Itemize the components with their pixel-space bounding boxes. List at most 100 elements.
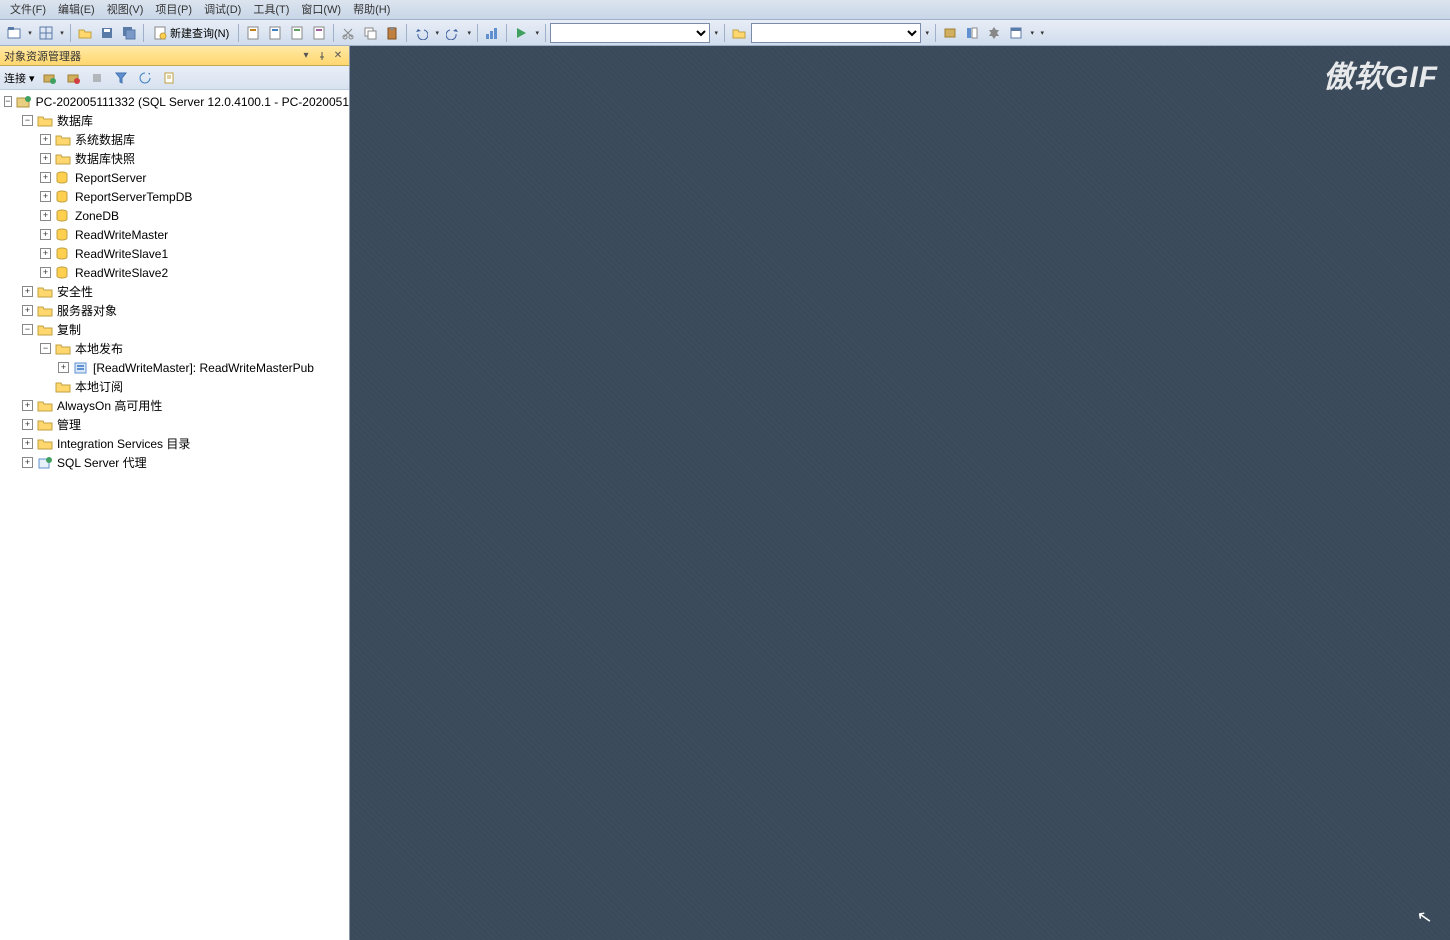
tree-db-zonedb[interactable]: + ZoneDB [0, 206, 349, 225]
tree-db-readwritemaster[interactable]: + ReadWriteMaster [0, 225, 349, 244]
collapse-icon[interactable]: − [22, 324, 33, 335]
menu-edit[interactable]: 编辑(E) [52, 1, 101, 19]
expand-icon[interactable]: + [22, 286, 33, 297]
tree-db-reportservertemp[interactable]: + ReportServerTempDB [0, 187, 349, 206]
tree-db-reportserver[interactable]: + ReportServer [0, 168, 349, 187]
xmla-query-button[interactable] [309, 23, 329, 43]
explorer-header: 对象资源管理器 ▾ ✕ [0, 46, 349, 66]
expand-icon[interactable]: + [40, 172, 51, 183]
tree-local-subscriptions[interactable]: 本地订阅 [0, 377, 349, 396]
redo-button[interactable] [443, 23, 463, 43]
activity-button[interactable] [482, 23, 502, 43]
undo-button[interactable] [411, 23, 431, 43]
folder-icon [37, 114, 53, 128]
debug-start-button[interactable] [511, 23, 531, 43]
toolbar-overflow-icon[interactable]: ▾ [1038, 29, 1046, 37]
cut-button[interactable] [338, 23, 358, 43]
expand-icon[interactable]: + [40, 248, 51, 259]
chevron-down-icon[interactable]: ▾ [58, 29, 66, 37]
new-query-button[interactable]: 新建查询(N) [148, 23, 234, 43]
stop-button[interactable] [87, 68, 107, 88]
menu-project[interactable]: 项目(P) [149, 1, 198, 19]
grid-button[interactable] [36, 23, 56, 43]
tree-integration[interactable]: + Integration Services 目录 [0, 434, 349, 453]
chevron-down-icon[interactable]: ▾ [465, 29, 473, 37]
disconnect-button[interactable] [63, 68, 83, 88]
solution-config-combo[interactable] [550, 23, 710, 43]
menu-debug[interactable]: 调试(D) [198, 1, 247, 19]
chevron-down-icon[interactable]: ▾ [533, 29, 541, 37]
expand-icon[interactable]: + [40, 267, 51, 278]
menu-tools[interactable]: 工具(T) [247, 1, 295, 19]
collapse-icon[interactable]: − [22, 115, 33, 126]
folder-icon [37, 437, 53, 451]
separator [143, 24, 144, 42]
tree-server-objects[interactable]: + 服务器对象 [0, 301, 349, 320]
chevron-down-icon[interactable]: ▾ [1028, 29, 1036, 37]
tree-db-readwriteslave2[interactable]: + ReadWriteSlave2 [0, 263, 349, 282]
dmx-query-button[interactable] [287, 23, 307, 43]
close-icon[interactable]: ✕ [331, 49, 345, 63]
chevron-down-icon[interactable]: ▾ [433, 29, 441, 37]
chevron-down-icon[interactable]: ▾ [26, 29, 34, 37]
tree-replication[interactable]: − 复制 [0, 320, 349, 339]
expand-icon[interactable]: + [22, 457, 33, 468]
expand-icon[interactable]: + [40, 191, 51, 202]
object-explorer-button[interactable] [962, 23, 982, 43]
save-all-button[interactable] [119, 23, 139, 43]
expand-icon[interactable]: + [58, 362, 69, 373]
menu-window[interactable]: 窗口(W) [295, 1, 347, 19]
properties-button[interactable] [984, 23, 1004, 43]
database-icon [55, 209, 71, 223]
separator [935, 24, 936, 42]
find-button[interactable] [729, 23, 749, 43]
collapse-icon[interactable]: − [40, 343, 51, 354]
tree-security[interactable]: + 安全性 [0, 282, 349, 301]
copy-button[interactable] [360, 23, 380, 43]
filter-button[interactable] [111, 68, 131, 88]
tree-root[interactable]: − PC-202005111332 (SQL Server 12.0.4100.… [0, 92, 349, 111]
folder-icon [55, 342, 71, 356]
tree-publication-item[interactable]: + [ReadWriteMaster]: ReadWriteMasterPub [0, 358, 349, 377]
open-button[interactable] [75, 23, 95, 43]
tree-databases[interactable]: − 数据库 [0, 111, 349, 130]
find-combo[interactable] [751, 23, 921, 43]
expand-icon[interactable]: + [22, 438, 33, 449]
expand-icon[interactable]: + [40, 210, 51, 221]
expand-icon[interactable]: + [22, 305, 33, 316]
refresh-button[interactable] [135, 68, 155, 88]
expand-icon[interactable]: + [22, 419, 33, 430]
expand-icon[interactable]: + [40, 153, 51, 164]
menu-file[interactable]: 文件(F) [4, 1, 52, 19]
tree-local-publications[interactable]: − 本地发布 [0, 339, 349, 358]
connect-dropdown[interactable]: 连接 ▾ [4, 70, 35, 86]
pin-icon[interactable] [315, 49, 329, 63]
menu-help[interactable]: 帮助(H) [347, 1, 396, 19]
registered-servers-button[interactable] [940, 23, 960, 43]
as-query-button[interactable] [265, 23, 285, 43]
new-project-button[interactable] [4, 23, 24, 43]
expand-icon[interactable]: + [40, 229, 51, 240]
tree-db-readwriteslave1[interactable]: + ReadWriteSlave1 [0, 244, 349, 263]
collapse-icon[interactable]: − [4, 96, 12, 107]
explorer-title: 对象资源管理器 [4, 48, 81, 64]
tree-management[interactable]: + 管理 [0, 415, 349, 434]
expand-icon[interactable]: + [22, 400, 33, 411]
paste-button[interactable] [382, 23, 402, 43]
menu-view[interactable]: 视图(V) [101, 1, 150, 19]
window-position-icon[interactable]: ▾ [299, 49, 313, 63]
tree-alwayson[interactable]: + AlwaysOn 高可用性 [0, 396, 349, 415]
template-browser-button[interactable] [1006, 23, 1026, 43]
db-engine-query-button[interactable] [243, 23, 263, 43]
folder-icon [37, 323, 53, 337]
separator [477, 24, 478, 42]
tree-sql-server-agent[interactable]: + SQL Server 代理 [0, 453, 349, 472]
main-toolbar: ▾ ▾ 新建查询(N) ▾ ▾ ▾ ▾ ▾ ▾ ▾ [0, 20, 1450, 46]
expand-icon[interactable]: + [40, 134, 51, 145]
tree-database-snapshots[interactable]: + 数据库快照 [0, 149, 349, 168]
script-button[interactable] [159, 68, 179, 88]
tree-system-databases[interactable]: + 系统数据库 [0, 130, 349, 149]
connect-button[interactable] [39, 68, 59, 88]
database-icon [55, 171, 71, 185]
save-button[interactable] [97, 23, 117, 43]
